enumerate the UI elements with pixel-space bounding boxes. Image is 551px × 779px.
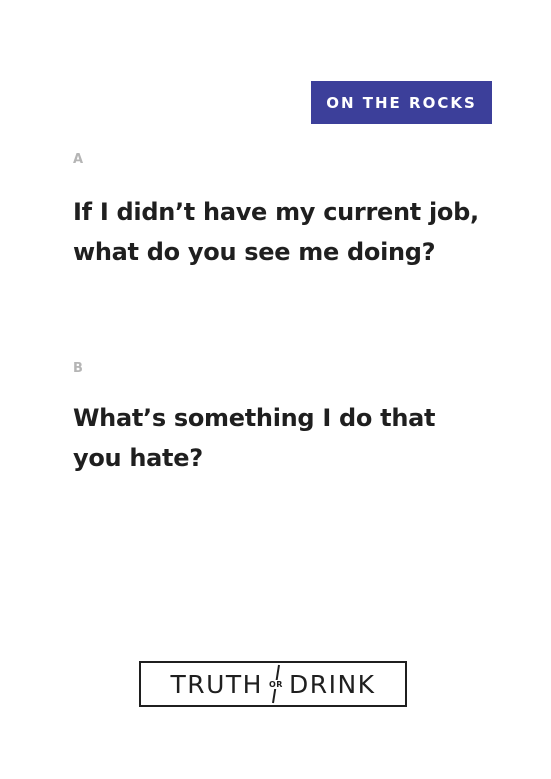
logo-word-or: OR xyxy=(267,679,284,689)
logo-or-divider: OR xyxy=(263,663,289,705)
question-card: ON THE ROCKS A If I didn’t have my curre… xyxy=(0,0,551,779)
truth-or-drink-logo: TRUTH OR DRINK xyxy=(139,661,407,707)
option-b-letter: B xyxy=(73,361,83,376)
logo-word-drink: DRINK xyxy=(288,669,376,699)
option-a-letter: A xyxy=(73,152,84,167)
option-a-question: If I didn’t have my current job, what do… xyxy=(73,198,479,266)
category-label: ON THE ROCKS xyxy=(326,93,477,112)
option-b-question: What’s something I do that you hate? xyxy=(73,404,436,472)
category-badge: ON THE ROCKS xyxy=(311,81,492,124)
logo-word-truth: TRUTH xyxy=(170,669,263,699)
